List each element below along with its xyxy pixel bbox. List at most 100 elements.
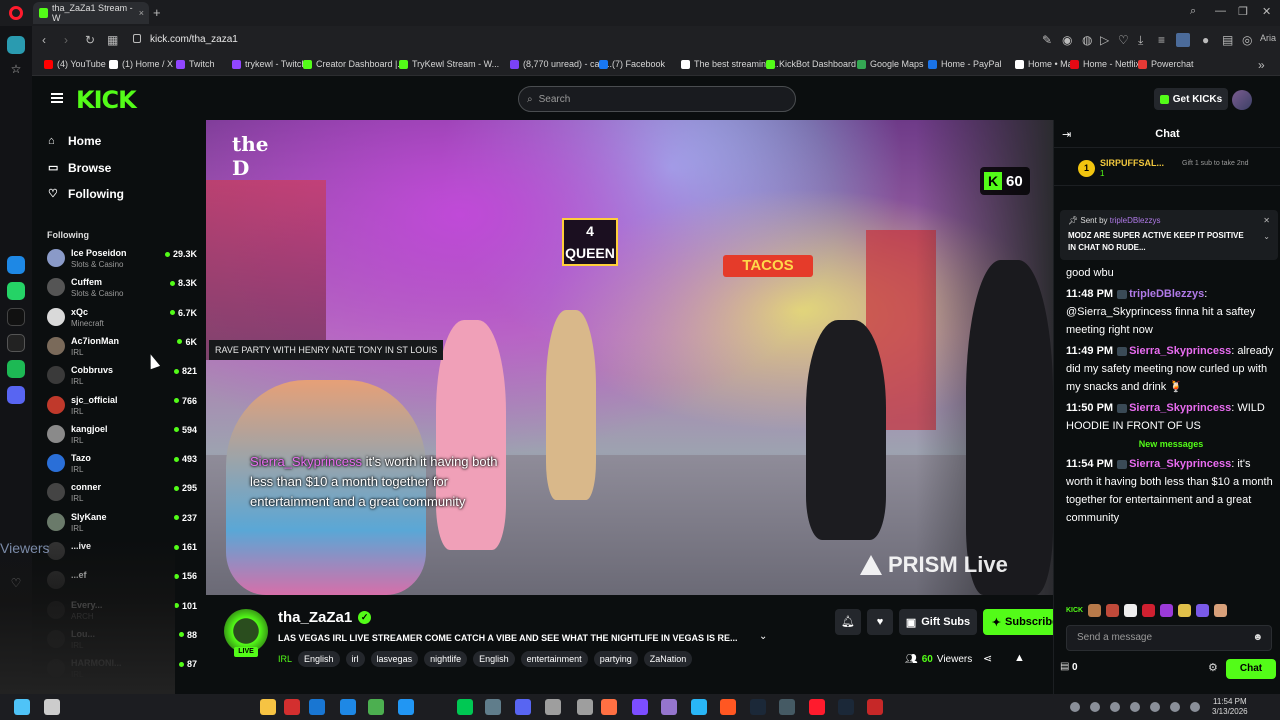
following-channel[interactable]: Tazo IRL 493 <box>47 452 197 478</box>
following-channel[interactable]: conner IRL 295 <box>47 481 197 507</box>
emote-icon[interactable] <box>1178 603 1192 617</box>
search-icon[interactable] <box>44 699 60 715</box>
stream-tag[interactable]: English <box>298 651 340 667</box>
app-icon[interactable] <box>398 699 414 715</box>
search-input[interactable]: ⌕ Search <box>518 86 796 112</box>
bookmark-item[interactable]: trykewl - Twitch <box>232 59 306 69</box>
following-channel[interactable]: kangjoel IRL 594 <box>47 423 197 449</box>
opera-logo-icon[interactable] <box>9 6 23 20</box>
message-user[interactable]: Sierra_Skyprincess <box>1129 402 1231 414</box>
puzzle-icon[interactable]: ▤ <box>1222 33 1233 47</box>
emote-icon[interactable] <box>1124 603 1138 617</box>
message-user[interactable]: Sierra_Skyprincess <box>1129 458 1231 470</box>
app-icon[interactable] <box>632 699 648 715</box>
stream-tag[interactable]: irl <box>345 651 365 667</box>
following-channel[interactable]: sjc_official IRL 766 <box>47 394 197 420</box>
bookmark-item[interactable]: Home • Max <box>1015 59 1077 69</box>
app-icon[interactable] <box>779 699 795 715</box>
url-field[interactable]: kick.com/tha_zaza1 <box>150 34 238 45</box>
file-explorer-icon[interactable] <box>260 699 276 715</box>
bookmark-item[interactable]: (1) Home / X <box>109 59 173 69</box>
whatsapp-icon[interactable] <box>7 282 25 300</box>
tray-icon[interactable] <box>1130 702 1140 712</box>
steam-icon[interactable] <box>838 699 854 715</box>
app-icon[interactable] <box>691 699 707 715</box>
bookmark-item[interactable]: Powerchat <box>1138 59 1194 69</box>
x-icon[interactable] <box>7 334 25 352</box>
tiktok-icon[interactable] <box>7 308 25 326</box>
bookmark-item[interactable]: Home - PayPal <box>928 59 1002 69</box>
tray-icon[interactable] <box>1170 702 1180 712</box>
app-icon[interactable] <box>309 699 325 715</box>
bookmark-item[interactable]: TryKewl Stream - W... <box>399 59 499 69</box>
user-avatar[interactable] <box>1232 90 1252 110</box>
chat-input[interactable]: Send a message ☻ <box>1066 625 1272 651</box>
browser-tab[interactable]: tha_ZaZa1 Stream - W × <box>33 2 149 24</box>
report-icon[interactable]: ▲ <box>1014 652 1025 664</box>
bookmark-item[interactable]: (7) Facebook <box>599 59 665 69</box>
app-icon[interactable] <box>867 699 883 715</box>
nav-following[interactable]: ♡ Following <box>48 187 124 201</box>
emote-icon[interactable] <box>1214 603 1228 617</box>
download-icon[interactable]: ⤓ <box>1138 33 1143 48</box>
bookmark-item[interactable]: (4) YouTube <box>44 59 106 69</box>
emote-icon[interactable] <box>1142 603 1156 617</box>
following-channel[interactable]: SlyKane IRL 237 <box>47 511 197 537</box>
forward-icon[interactable]: › <box>64 33 68 47</box>
shield-icon[interactable]: ◍ <box>1082 33 1092 47</box>
edge-icon[interactable] <box>340 699 356 715</box>
bookmark-item[interactable]: Google Maps <box>857 59 924 69</box>
app-icon[interactable] <box>577 699 593 715</box>
following-channel[interactable]: xQc Minecraft 6.7K <box>47 306 197 332</box>
tray-icon[interactable] <box>1190 702 1200 712</box>
send-chat-button[interactable]: Chat <box>1226 659 1276 679</box>
following-channel[interactable]: Cobbruvs IRL 821 <box>47 364 197 390</box>
leader-name[interactable]: SIRPUFFSAL... <box>1100 158 1164 168</box>
nav-home[interactable]: ⌂ Home <box>48 134 101 148</box>
emoji-icon[interactable]: ☻ <box>1252 626 1263 650</box>
camera-icon[interactable]: ◉ <box>1062 33 1072 47</box>
stream-tag[interactable]: entertainment <box>520 651 588 667</box>
chrome-icon[interactable] <box>368 699 384 715</box>
emote-icon[interactable] <box>1088 603 1102 617</box>
tray-icon[interactable] <box>1070 702 1080 712</box>
notification-bell-button[interactable]: 🔔︎ <box>835 609 861 635</box>
following-channel[interactable]: Ice Poseidon Slots & Casino 29.3K <box>47 247 197 273</box>
points-icon[interactable]: ▤ <box>1060 661 1069 672</box>
app-icon[interactable] <box>485 699 501 715</box>
unpin-icon[interactable]: ✕ <box>1263 216 1270 225</box>
spotify-icon[interactable] <box>7 360 25 378</box>
nav-browse[interactable]: ▭ Browse <box>48 161 111 175</box>
message-user[interactable]: Sierra_Skyprincess <box>1129 345 1231 357</box>
emote-icon[interactable] <box>1106 603 1120 617</box>
ai-icon[interactable]: Aria <box>1260 33 1276 43</box>
steam-icon[interactable] <box>750 699 766 715</box>
emote-icon[interactable] <box>1196 603 1210 617</box>
app-icon[interactable] <box>545 699 561 715</box>
search-tabs-icon[interactable]: ⌕ <box>1190 5 1196 18</box>
pinned-user[interactable]: tripleDBlezzys <box>1110 216 1161 225</box>
menu-icon[interactable]: ≡ <box>1158 33 1165 47</box>
discord-icon[interactable] <box>515 699 531 715</box>
share-icon[interactable]: ⋖ <box>983 652 992 665</box>
stream-tag[interactable]: ZaNation <box>643 651 693 667</box>
stream-tag[interactable]: partying <box>593 651 638 667</box>
tray-icon[interactable] <box>1150 702 1160 712</box>
tray-icon[interactable] <box>1110 702 1120 712</box>
reload-icon[interactable]: ↻ <box>85 33 95 47</box>
app-icon[interactable] <box>661 699 677 715</box>
vpn-icon[interactable]: ◎ <box>1242 33 1252 47</box>
stream-tag[interactable]: nightlife <box>424 651 468 667</box>
emote-icon[interactable] <box>1160 603 1174 617</box>
tray-icon[interactable] <box>1090 702 1100 712</box>
kick-logo[interactable]: KICK <box>76 86 137 114</box>
app-icon[interactable] <box>601 699 617 715</box>
chevron-down-icon[interactable]: ⌄ <box>759 631 767 642</box>
bookmark-item[interactable]: KickBot Dashboard <box>766 59 856 69</box>
minimize-icon[interactable]: — <box>1215 5 1226 17</box>
message-user[interactable]: tripleDBlezzys <box>1129 288 1204 300</box>
close-tab-icon[interactable]: × <box>139 8 144 18</box>
edit-icon[interactable]: ✎ <box>1042 33 1052 47</box>
close-window-icon[interactable]: ✕ <box>1262 5 1271 18</box>
chevron-down-icon[interactable]: ⌄ <box>1263 232 1270 241</box>
